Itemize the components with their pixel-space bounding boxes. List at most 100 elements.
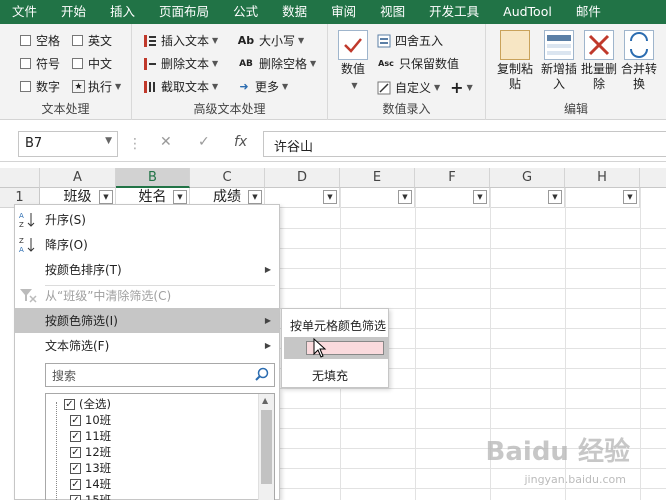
tab-review[interactable]: 审阅 <box>319 0 368 24</box>
column-header-h[interactable]: H <box>565 168 640 188</box>
sort-ascending-icon: AZ <box>19 211 37 229</box>
menu-text-filter[interactable]: 文本筛选(F) ▶ <box>15 333 279 358</box>
checkbox[interactable] <box>72 35 83 46</box>
tab-audtool[interactable]: AudTool <box>491 0 564 24</box>
tab-developer[interactable]: 开发工具 <box>417 0 491 24</box>
tab-page-layout[interactable]: 页面布局 <box>147 0 221 24</box>
option-symbol[interactable]: 符号 <box>20 55 60 72</box>
name-box[interactable]: B7 ▼ <box>18 131 118 157</box>
filter-dropdown-icon[interactable]: ▼ <box>173 190 187 204</box>
formula-input[interactable]: 许谷山 <box>263 131 666 157</box>
insert-function-icon[interactable]: fx <box>234 134 247 150</box>
tab-view[interactable]: 视图 <box>368 0 417 24</box>
column-header-f[interactable]: F <box>415 168 490 188</box>
filter-dropdown-icon[interactable]: ▼ <box>323 190 337 204</box>
list-item[interactable]: ✓ 14班 <box>70 476 111 492</box>
menu-filter-by-color[interactable]: 按颜色筛选(I) ▶ <box>15 308 279 333</box>
list-item[interactable]: ✓ 15班 <box>70 492 111 500</box>
custom-button[interactable]: 自定义 ▼ + ▼ <box>376 78 473 97</box>
cell-h1[interactable]: ▼ <box>565 188 640 208</box>
checkbox[interactable] <box>20 81 31 92</box>
cell-f1[interactable]: ▼ <box>415 188 490 208</box>
filter-dropdown-icon[interactable]: ▼ <box>548 190 562 204</box>
filter-dropdown-icon[interactable]: ▼ <box>398 190 412 204</box>
menu-sort-descending[interactable]: ZA 降序(O) <box>15 232 279 257</box>
filter-value-list[interactable]: ✓ (全选) ✓ 10班 ✓ 11班 ✓ 12班 ✓ 13班 ✓ 14班 ✓ 15班 ▲ <box>45 393 275 500</box>
menu-sort-by-color[interactable]: 按颜色排序(T) ▶ <box>15 257 279 282</box>
trim-space-button[interactable]: AB 删除空格 ▼ <box>236 55 316 72</box>
color-option-row[interactable] <box>284 337 388 359</box>
checkbox-checked-icon[interactable]: ✓ <box>70 430 81 442</box>
plus-icon[interactable]: + <box>450 78 463 97</box>
execute-button[interactable]: ★ 执行 ▼ <box>72 78 121 95</box>
enter-icon[interactable]: ✓ <box>198 134 210 150</box>
column-header-a[interactable]: A <box>40 168 116 188</box>
formula-bar: B7 ▼ ⋮ ✕ ✓ fx 许谷山 <box>0 126 666 162</box>
tab-file[interactable]: 文件 <box>0 0 49 24</box>
checkbox-checked-icon[interactable]: ✓ <box>64 398 75 410</box>
tab-home[interactable]: 开始 <box>49 0 98 24</box>
tab-formulas[interactable]: 公式 <box>221 0 270 24</box>
cell-e1[interactable]: ▼ <box>340 188 415 208</box>
filter-search-input[interactable]: 搜索 <box>45 363 275 387</box>
column-header-overflow <box>640 168 666 188</box>
keep-value-button[interactable]: Asc 只保留数值 <box>376 55 459 72</box>
delete-text-button[interactable]: 删除文本 ▼ <box>142 55 218 72</box>
option-label: 符号 <box>36 57 61 71</box>
list-item[interactable]: ✓ 12班 <box>70 444 111 460</box>
checkbox-checked-icon[interactable]: ✓ <box>70 446 81 458</box>
cancel-icon[interactable]: ✕ <box>160 134 172 150</box>
cell-g1[interactable]: ▼ <box>490 188 565 208</box>
list-item[interactable]: ✓ 11班 <box>70 428 111 444</box>
column-header-g[interactable]: G <box>490 168 565 188</box>
filter-dropdown-icon[interactable]: ▼ <box>473 190 487 204</box>
star-icon: ★ <box>72 80 85 93</box>
extract-text-button[interactable]: 截取文本 ▼ <box>142 78 218 95</box>
group-text-processing: 空格 英文 符号 中文 数字 ★ 执行 ▼ 文本处理 <box>0 24 132 120</box>
option-english[interactable]: 英文 <box>72 32 112 49</box>
menu-sort-ascending[interactable]: AZ 升序(S) <box>15 207 279 232</box>
insert-text-button[interactable]: 插入文本 ▼ <box>142 32 218 49</box>
column-header-d[interactable]: D <box>265 168 340 188</box>
tab-mail[interactable]: 邮件 <box>564 0 613 24</box>
option-chinese[interactable]: 中文 <box>72 55 112 72</box>
merge-convert-icon <box>624 30 654 60</box>
no-fill-option[interactable]: 无填充 <box>312 367 348 384</box>
column-header-c[interactable]: C <box>190 168 265 188</box>
option-space[interactable]: 空格 <box>20 32 60 49</box>
checkbox[interactable] <box>20 35 31 46</box>
column-header-b[interactable]: B <box>116 168 190 188</box>
trim-space-icon: AB <box>239 58 253 69</box>
merge-convert-button[interactable]: 合并转换 <box>616 30 662 92</box>
option-number[interactable]: 数字 <box>20 78 60 95</box>
copy-paste-button[interactable]: 复制粘贴 <box>492 30 538 92</box>
column-header-e[interactable]: E <box>340 168 415 188</box>
list-item[interactable]: ✓ 13班 <box>70 460 111 476</box>
filter-dropdown-icon[interactable]: ▼ <box>248 190 262 204</box>
select-all-corner[interactable] <box>0 168 40 188</box>
list-scrollbar[interactable]: ▲ <box>258 394 274 500</box>
numeric-label: 数值 <box>340 62 365 76</box>
chevron-up-icon[interactable]: ▲ <box>262 396 268 405</box>
case-button[interactable]: Ab 大小写 ▼ <box>236 32 304 49</box>
scrollbar-thumb[interactable] <box>261 410 272 484</box>
filter-dropdown-icon[interactable]: ▼ <box>623 190 637 204</box>
checkbox-checked-icon[interactable]: ✓ <box>70 494 81 500</box>
list-item-select-all[interactable]: ✓ (全选) <box>64 396 111 412</box>
tab-data[interactable]: 数据 <box>270 0 319 24</box>
checkbox[interactable] <box>72 58 83 69</box>
chevron-right-icon: ▶ <box>264 265 271 274</box>
checkbox-checked-icon[interactable]: ✓ <box>70 478 81 490</box>
checkbox-checked-icon[interactable]: ✓ <box>70 462 81 474</box>
numeric-button[interactable]: 数值 ▼ <box>330 30 376 93</box>
chevron-down-icon: ▼ <box>351 81 358 90</box>
filter-dropdown-icon[interactable]: ▼ <box>99 190 113 204</box>
round-button[interactable]: 四舍五入 <box>376 32 443 49</box>
list-item[interactable]: ✓ 10班 <box>70 412 111 428</box>
group-advanced-text: 插入文本 ▼ Ab 大小写 ▼ 删除文本 ▼ AB 删除空格 ▼ 截取文本 ▼ ➜ 更多 ▼… <box>132 24 328 120</box>
checkbox[interactable] <box>20 58 31 69</box>
tab-insert[interactable]: 插入 <box>98 0 147 24</box>
more-button[interactable]: ➜ 更多 ▼ <box>236 78 288 95</box>
chevron-down-icon[interactable]: ▼ <box>105 136 112 146</box>
checkbox-checked-icon[interactable]: ✓ <box>70 414 81 426</box>
